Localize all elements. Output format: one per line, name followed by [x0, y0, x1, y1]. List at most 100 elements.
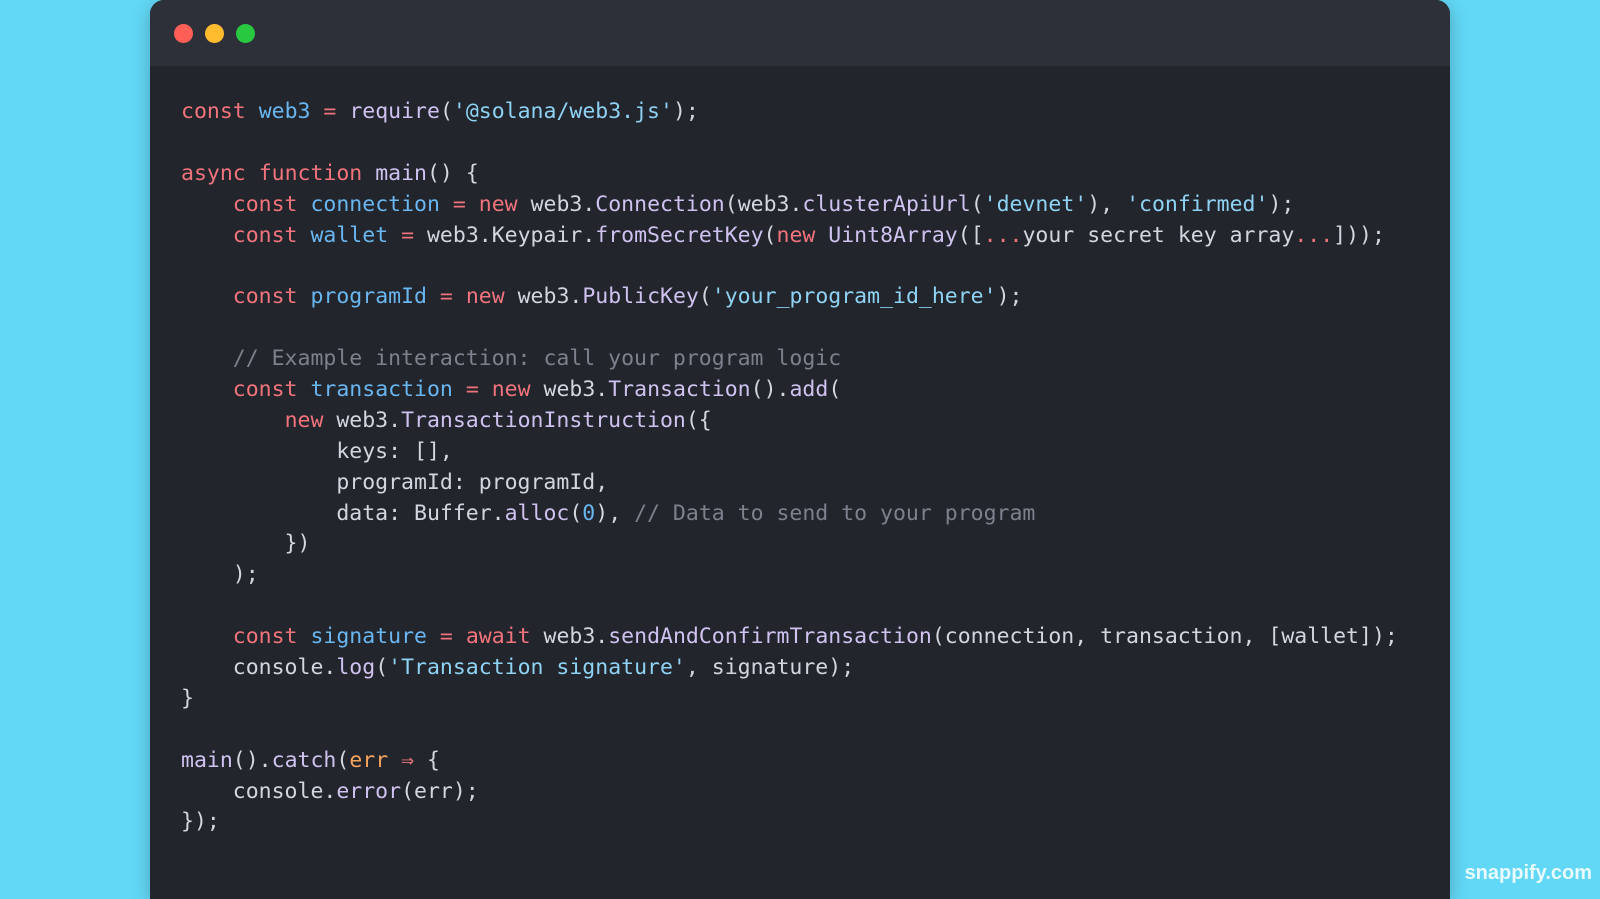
code-token-arrow: ⇒ — [401, 747, 415, 773]
code-token-plain: }); — [181, 809, 220, 835]
code-token-var: connection — [310, 191, 440, 217]
code-token-plain: , signature); — [685, 655, 855, 681]
code-token-kw: function — [258, 160, 363, 186]
code-token-fn: Connection — [595, 191, 725, 217]
code-token-plain: ); — [1268, 191, 1295, 217]
code-line: }); — [181, 807, 1398, 838]
code-token-str: 'Transaction signature' — [388, 655, 686, 681]
code-token-kw: = — [401, 222, 415, 248]
code-token-fn: Transaction — [608, 377, 751, 403]
code-token-plain: { — [414, 747, 440, 773]
close-window-icon[interactable] — [174, 24, 193, 43]
code-token-kw: = — [465, 377, 479, 403]
code-token-str: 'confirmed' — [1126, 191, 1269, 217]
code-token-plain: (err); — [401, 778, 479, 804]
minimize-window-icon[interactable] — [205, 24, 224, 43]
code-line: main().catch(err ⇒ { — [181, 746, 1398, 777]
code-token-var: wallet — [310, 222, 389, 248]
code-token-fn: error — [336, 778, 402, 804]
code-line: const web3 = require('@solana/web3.js'); — [181, 97, 1398, 128]
code-token-plain: () { — [426, 160, 479, 186]
code-token-plain: ( — [763, 222, 777, 248]
code-token-plain: ( — [698, 284, 712, 310]
code-token-kw: new — [491, 377, 531, 403]
code-token-num: 0 — [582, 500, 596, 526]
code-token-plain: (connection, transaction, [wallet]); — [931, 624, 1398, 650]
watermark: snappify.com — [1464, 862, 1592, 884]
code-token-plain: web3. — [530, 377, 609, 403]
code-token-kw: = — [323, 99, 337, 124]
code-token-kw: = — [452, 191, 466, 217]
code-token-plain: ( — [970, 191, 984, 217]
code-token-plain: programId: programId, — [181, 469, 609, 495]
code-token-plain: ); — [181, 562, 259, 588]
code-token-str: 'devnet' — [983, 191, 1088, 217]
code-line: // Example interaction: call your progra… — [181, 344, 1398, 375]
code-line: console.error(err); — [181, 777, 1398, 808]
code-token-cmt: // Data to send to your program — [634, 500, 1036, 526]
code-token-plain: ), — [1087, 191, 1127, 217]
code-token-kw: await — [465, 624, 531, 650]
code-token-plain: (). — [750, 377, 790, 403]
code-token-param: err — [349, 747, 389, 773]
code-window: const web3 = require('@solana/web3.js');… — [150, 0, 1450, 899]
code-line: keys: [], — [181, 437, 1398, 468]
code-token-kw: const — [181, 99, 246, 124]
code-token-plain: web3. — [323, 407, 402, 433]
code-token-fn: catch — [271, 747, 337, 773]
code-token-plain: ( — [439, 99, 453, 124]
code-token-plain: ), — [595, 500, 635, 526]
code-token-kw: = — [439, 284, 453, 310]
code-token-cmt: // Example interaction: call your progra… — [232, 346, 842, 372]
code-token-plain: ); — [996, 284, 1023, 310]
code-token-plain: ])); — [1333, 222, 1385, 248]
code-line: console.log('Transaction signature', sig… — [181, 653, 1398, 684]
code-token-var: programId — [310, 284, 427, 310]
code-token-plain: }) — [181, 531, 311, 557]
window-titlebar — [150, 0, 1450, 66]
code-token-plain: web3. — [504, 284, 583, 310]
code-token-plain: ([ — [957, 222, 984, 248]
code-line: async function main() { — [181, 159, 1398, 190]
code-line: programId: programId, — [181, 468, 1398, 499]
code-token-plain: web3.Keypair. — [414, 222, 596, 248]
code-token-fn: TransactionInstruction — [401, 407, 686, 433]
code-token-fn: clusterApiUrl — [802, 191, 971, 217]
code-line: const signature = await web3.sendAndConf… — [181, 622, 1398, 653]
code-token-plain: (web3. — [724, 191, 803, 217]
code-token-plain: ( — [569, 500, 583, 526]
code-token-fn: fromSecretKey — [595, 222, 764, 248]
code-token-str: '@solana/web3.js' — [452, 99, 673, 124]
code-line: const transaction = new web3.Transaction… — [181, 375, 1398, 406]
code-token-plain: console. — [181, 655, 337, 681]
code-token-fn: sendAndConfirmTransaction — [608, 624, 932, 650]
maximize-window-icon[interactable] — [236, 24, 255, 43]
code-token-fn: main — [181, 747, 233, 773]
code-token-plain: ( — [828, 377, 842, 403]
code-token-var: transaction — [310, 377, 453, 403]
code-token-kw: const — [232, 624, 298, 650]
code-token-kw: ... — [1294, 222, 1334, 248]
code-block: const web3 = require('@solana/web3.js');… — [181, 97, 1398, 838]
code-token-plain: (). — [232, 747, 272, 773]
code-token-kw: const — [232, 377, 298, 403]
